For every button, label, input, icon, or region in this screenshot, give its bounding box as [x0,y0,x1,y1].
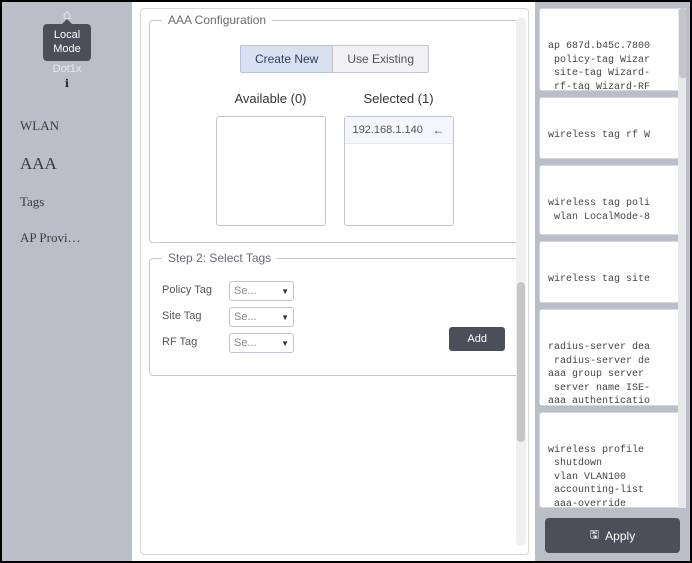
tooltip-line2: Mode [53,42,81,56]
cli-text: radius-server dea radius-server de aaa g… [548,341,679,405]
chevron-down-icon: ▼ [281,287,289,296]
cli-text: wireless tag poli wlan LocalMode-8 [548,197,679,224]
cli-text: wireless tag rf W [548,129,679,143]
list-item[interactable]: 192.168.1.140 ← [345,117,453,144]
aaa-config-fieldset: AAA Configuration Create New Use Existin… [149,13,520,243]
left-sidebar: ⌂ Local Mode Dot1x ℹ WLAN AAA Tags AP Pr… [2,2,132,561]
apply-label: Apply [605,529,635,543]
policy-tag-row: Policy Tag Se... ▼ [162,281,507,301]
aaa-tab-group: Create New Use Existing [162,45,507,73]
nav-item-ap-provisioning[interactable]: AP Provi… [20,220,132,256]
app-root: ⌂ Local Mode Dot1x ℹ WLAN AAA Tags AP Pr… [0,0,692,563]
nav-item-wlan[interactable]: WLAN [20,108,132,144]
scrollbar-thumb[interactable] [517,282,525,442]
nav-item-aaa[interactable]: AAA [20,144,132,184]
site-tag-row: Site Tag Se... ▼ [162,307,507,327]
main-inner: AAA Configuration Create New Use Existin… [140,8,529,555]
cli-snippet[interactable]: wireless tag rf W ◄► [539,97,686,160]
move-left-icon[interactable]: ← [433,123,445,137]
policy-tag-label: Policy Tag [162,284,217,297]
cli-text: wireless tag site [548,273,679,287]
apply-button[interactable]: 🖫 Apply [545,518,680,553]
mode-sublabel: Dot1x [53,63,82,75]
step2-legend: Step 2: Select Tags [162,251,277,265]
policy-tag-value: Se... [234,285,257,297]
tab-use-existing[interactable]: Use Existing [332,45,429,73]
tooltip-line1: Local [53,28,81,42]
right-scrollbar[interactable] [678,8,686,508]
cli-text: wireless profile shutdown vlan VLAN100 a… [548,444,679,508]
policy-tag-select[interactable]: Se... ▼ [229,281,294,301]
step2-fieldset: Step 2: Select Tags Policy Tag Se... ▼ S… [149,251,520,376]
available-column: Available (0) [216,91,326,226]
tab-create-new[interactable]: Create New [240,45,332,73]
cli-scroll-area: ap 687d.b45c.7800 policy-tag Wizar site-… [539,8,686,508]
main-scrollbar[interactable] [516,17,526,546]
cli-snippet[interactable]: wireless tag site ◄► [539,241,686,304]
cli-snippet[interactable]: wireless tag poli wlan LocalMode-8 ◄► [539,165,686,234]
rf-tag-select[interactable]: Se... ▼ [229,333,294,353]
selected-column: Selected (1) 192.168.1.140 ← [344,91,454,226]
save-icon: 🖫 [590,526,599,545]
add-button[interactable]: Add [449,327,505,351]
dual-list: Available (0) Selected (1) 192.168.1.140… [162,91,507,226]
nav-list: WLAN AAA Tags AP Provi… [2,108,132,256]
site-tag-select[interactable]: Se... ▼ [229,307,294,327]
mode-tooltip: Local Mode [43,24,91,61]
nav-item-tags[interactable]: Tags [20,184,132,220]
available-title: Available (0) [234,91,306,106]
selected-title: Selected (1) [363,91,433,106]
cli-preview-panel: ap 687d.b45c.7800 policy-tag Wizar site-… [535,2,690,561]
site-tag-value: Se... [234,311,257,323]
cli-text: ap 687d.b45c.7800 policy-tag Wizar site-… [548,40,679,91]
site-tag-label: Site Tag [162,310,217,323]
cli-snippet[interactable]: wireless profile shutdown vlan VLAN100 a… [539,412,686,508]
rf-tag-value: Se... [234,337,257,349]
available-listbox[interactable] [216,116,326,226]
chevron-down-icon: ▼ [281,339,289,348]
chevron-down-icon: ▼ [281,313,289,322]
rf-tag-label: RF Tag [162,336,217,349]
main-panel: AAA Configuration Create New Use Existin… [132,2,535,561]
scrollbar-thumb[interactable] [679,8,686,78]
cli-snippet[interactable]: radius-server dea radius-server de aaa g… [539,309,686,405]
list-item-label: 192.168.1.140 [353,124,423,136]
selected-listbox[interactable]: 192.168.1.140 ← [344,116,454,226]
cli-snippet[interactable]: ap 687d.b45c.7800 policy-tag Wizar site-… [539,8,686,91]
aaa-legend: AAA Configuration [162,13,272,27]
info-icon[interactable]: ℹ [65,77,69,90]
